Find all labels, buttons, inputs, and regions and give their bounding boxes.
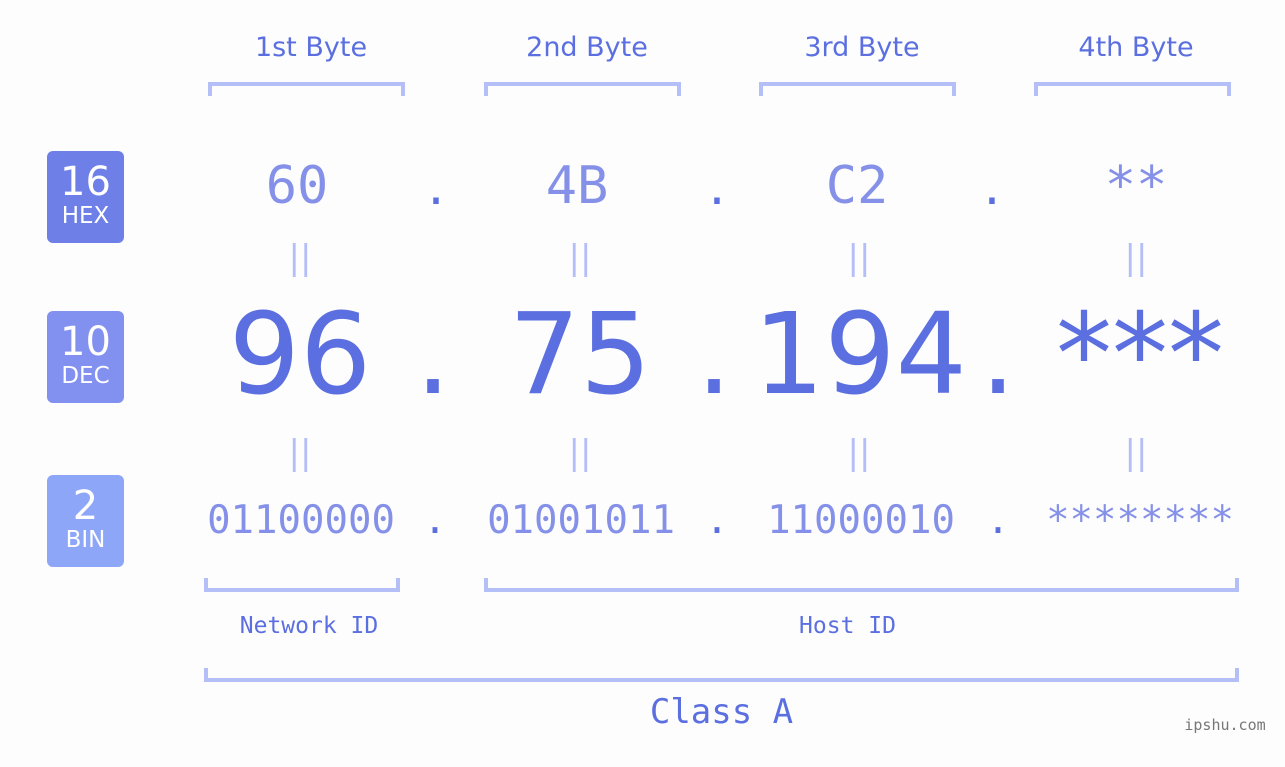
dec-octet-2: 75 bbox=[508, 290, 652, 420]
hex-octet-2: 4B bbox=[545, 156, 609, 216]
host-id-label: Host ID bbox=[799, 613, 896, 639]
bin-octet-4: ******** bbox=[1046, 498, 1234, 543]
hex-octet-3: C2 bbox=[825, 156, 889, 216]
equals-icon: || bbox=[1124, 433, 1148, 473]
host-id-bracket bbox=[484, 578, 1239, 592]
dec-badge-number: 10 bbox=[60, 319, 111, 365]
dec-octet-3: 194 bbox=[753, 290, 967, 420]
equals-icon: || bbox=[847, 238, 871, 278]
equals-icon: || bbox=[568, 238, 592, 278]
byte-header-2: 2nd Byte bbox=[526, 32, 648, 63]
byte-header-4: 4th Byte bbox=[1078, 32, 1194, 63]
bin-octet-2: 01001011 bbox=[487, 498, 675, 543]
bin-separator-1: . bbox=[423, 498, 447, 543]
bin-octet-3: 11000010 bbox=[767, 498, 955, 543]
watermark: ipshu.com bbox=[1184, 716, 1266, 734]
class-label: Class A bbox=[649, 692, 794, 732]
dec-octet-1: 96 bbox=[228, 290, 372, 420]
dec-badge: 10 DEC bbox=[47, 311, 124, 403]
byte-bracket-2 bbox=[484, 82, 681, 96]
hex-badge-number: 16 bbox=[60, 159, 111, 205]
byte-bracket-4 bbox=[1034, 82, 1231, 96]
hex-badge: 16 HEX bbox=[47, 151, 124, 243]
dec-separator-2: . bbox=[696, 290, 732, 420]
hex-separator-3: . bbox=[978, 164, 1006, 215]
hex-separator-1: . bbox=[422, 164, 450, 215]
bin-badge: 2 BIN bbox=[47, 475, 124, 567]
equals-icon: || bbox=[288, 433, 312, 473]
dec-badge-label: DEC bbox=[61, 363, 110, 389]
network-id-label: Network ID bbox=[239, 613, 379, 639]
byte-bracket-3 bbox=[759, 82, 956, 96]
dec-separator-1: . bbox=[415, 290, 451, 420]
equals-icon: || bbox=[1124, 238, 1148, 278]
network-id-bracket bbox=[204, 578, 400, 592]
hex-octet-1: 60 bbox=[265, 156, 329, 216]
equals-icon: || bbox=[288, 238, 312, 278]
equals-icon: || bbox=[847, 433, 871, 473]
byte-bracket-1 bbox=[208, 82, 405, 96]
hex-octet-4: ** bbox=[1104, 156, 1168, 216]
bin-badge-number: 2 bbox=[72, 483, 99, 529]
bin-separator-2: . bbox=[705, 498, 729, 543]
bin-octet-1: 01100000 bbox=[207, 498, 395, 543]
equals-icon: || bbox=[568, 433, 592, 473]
hex-separator-2: . bbox=[703, 164, 731, 215]
dec-octet-4: *** bbox=[1056, 290, 1224, 420]
byte-header-3: 3rd Byte bbox=[804, 32, 920, 63]
bin-separator-3: . bbox=[986, 498, 1010, 543]
byte-header-1: 1st Byte bbox=[254, 32, 368, 63]
bin-badge-label: BIN bbox=[65, 527, 106, 553]
hex-badge-label: HEX bbox=[61, 203, 110, 229]
class-bracket bbox=[204, 668, 1239, 682]
